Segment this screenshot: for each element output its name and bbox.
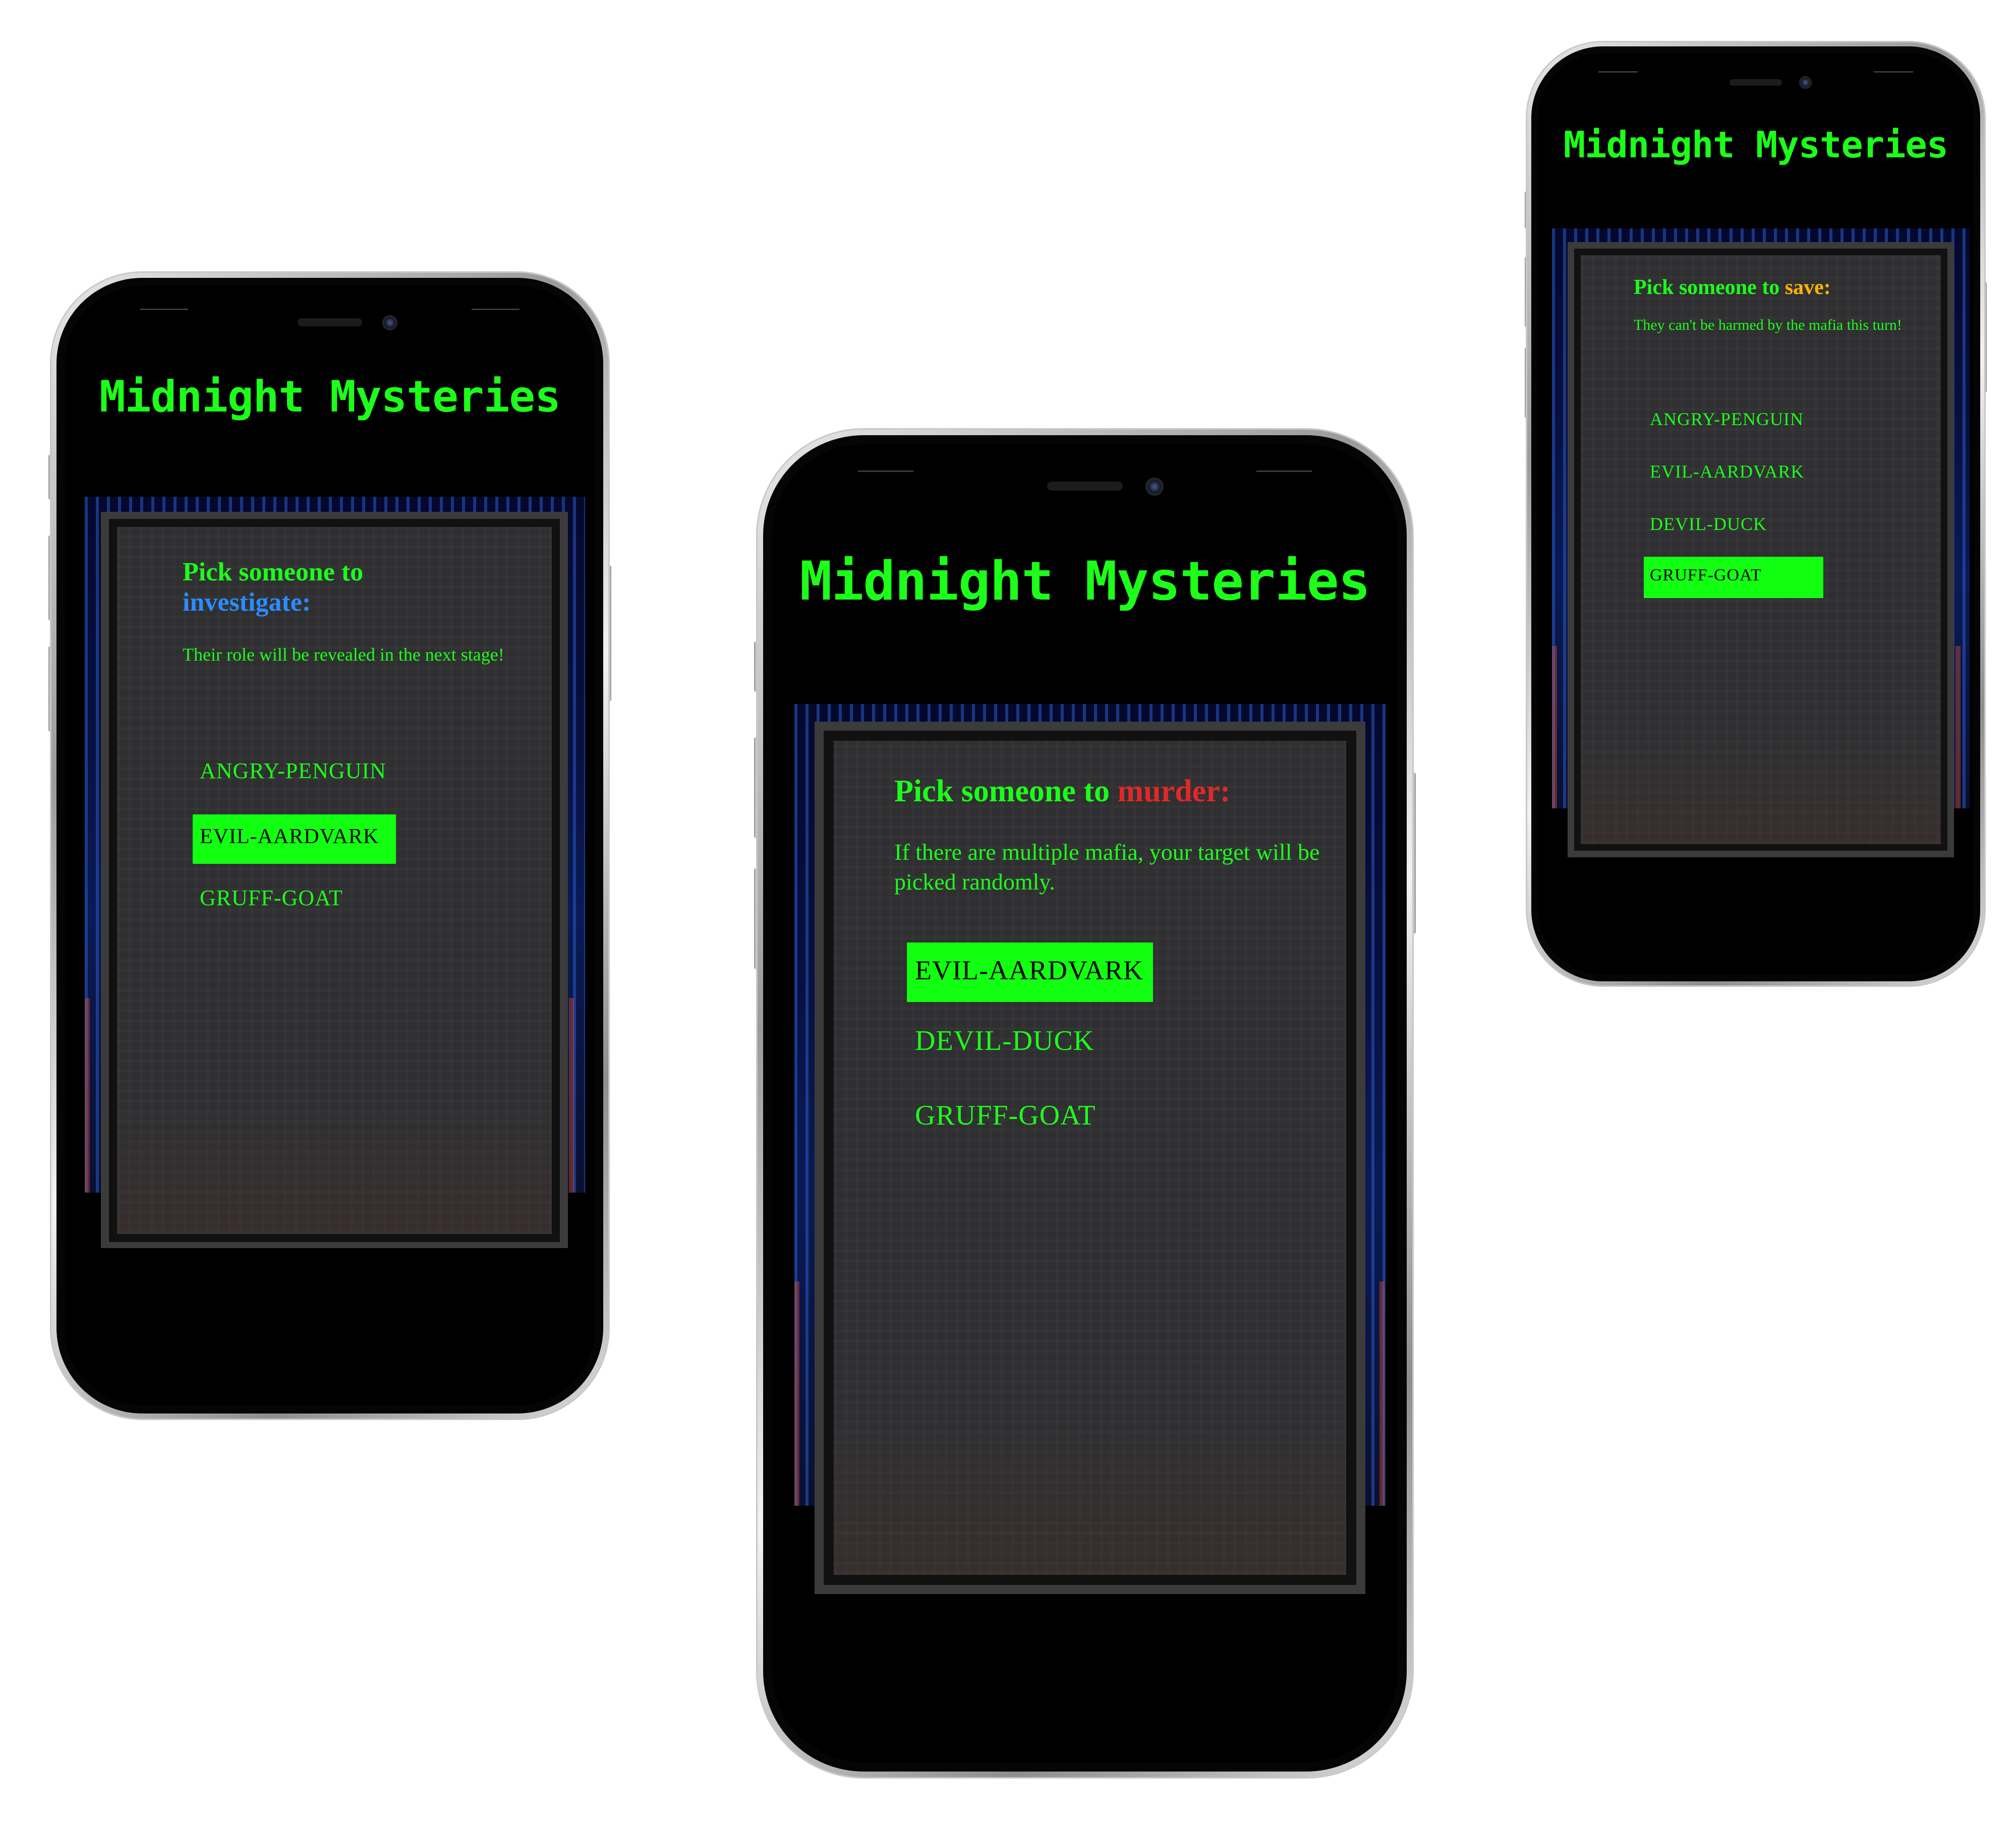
prompt-text: Pick someone to	[1634, 276, 1780, 299]
panel-ground	[834, 1425, 1346, 1575]
prompt-description: If there are multiple mafia, your target…	[894, 839, 1320, 895]
prompt-text: Pick someone to	[894, 774, 1110, 808]
status-line-right	[1874, 71, 1913, 73]
panel-content: Pick someone to murder: If there are mul…	[894, 774, 1338, 897]
player-option-evil-aardvark[interactable]: EVIL-AARDVARK	[907, 942, 1153, 1002]
status-line-right	[1256, 470, 1312, 472]
status-line-left	[140, 309, 188, 310]
phone-screen: Midnight Mysteries Pick someone to inves…	[65, 286, 595, 1405]
prompt-description: They can't be harmed by the mafia this t…	[1634, 317, 1902, 334]
app-title: Midnight Mysteries	[799, 550, 1371, 612]
phone-bezel: Midnight Mysteries Pick someone to save:…	[1531, 46, 1980, 981]
panel-ground	[1581, 738, 1941, 844]
player-option-angry-penguin[interactable]: ANGRY-PENGUIN	[193, 755, 393, 787]
front-camera-icon	[382, 315, 397, 330]
phone-investigate: Midnight Mysteries Pick someone to inves…	[48, 273, 611, 1419]
panel-content: Pick someone to save: They can't be harm…	[1634, 275, 1926, 335]
phone-bezel: Midnight Mysteries Pick someone to murde…	[763, 435, 1407, 1772]
prompt-heading: Pick someone to murder:	[894, 774, 1338, 809]
panel-ground	[117, 1106, 552, 1234]
prompt-description: Their role will be revealed in the next …	[183, 644, 504, 665]
phone-murder: Midnight Mysteries Pick someone to murde…	[754, 430, 1416, 1777]
action-panel: Pick someone to murder: If there are mul…	[834, 741, 1346, 1575]
action-keyword: investigate:	[183, 587, 311, 617]
player-option-gruff-goat[interactable]: GRUFF-GOAT	[193, 882, 350, 914]
phone-screen: Midnight Mysteries Pick someone to save:…	[1538, 53, 1974, 975]
player-option-evil-aardvark[interactable]: EVIL-AARDVARK	[193, 814, 396, 864]
player-option-devil-duck[interactable]: DEVIL-DUCK	[907, 1021, 1102, 1061]
speaker-grille-icon	[1047, 482, 1123, 491]
status-line-left	[858, 470, 913, 472]
action-panel: Pick someone to investigate: Their role …	[117, 527, 552, 1234]
front-camera-icon	[1799, 76, 1812, 89]
player-option-gruff-goat[interactable]: GRUFF-GOAT	[907, 1095, 1104, 1136]
prompt-text: Pick someone to	[183, 558, 364, 586]
speaker-grille-icon	[1730, 79, 1782, 86]
player-option-evil-aardvark[interactable]: EVIL-AARDVARK	[1644, 459, 1810, 484]
phone-bezel: Midnight Mysteries Pick someone to inves…	[56, 278, 603, 1413]
panel-content: Pick someone to investigate: Their role …	[183, 557, 526, 666]
app-title: Midnight Mysteries	[99, 372, 561, 422]
phone-screen: Midnight Mysteries Pick someone to murde…	[772, 444, 1398, 1762]
player-option-gruff-goat[interactable]: GRUFF-GOAT	[1644, 557, 1823, 598]
status-line-left	[1598, 71, 1638, 73]
front-camera-icon	[1145, 478, 1164, 496]
speaker-grille-icon	[298, 318, 362, 326]
player-option-angry-penguin[interactable]: ANGRY-PENGUIN	[1644, 406, 1810, 432]
action-panel: Pick someone to save: They can't be harm…	[1581, 255, 1941, 844]
action-keyword: save:	[1784, 276, 1831, 299]
player-option-devil-duck[interactable]: DEVIL-DUCK	[1644, 511, 1773, 537]
action-keyword: murder:	[1117, 774, 1231, 808]
prompt-heading: Pick someone to investigate:	[183, 557, 526, 618]
app-title: Midnight Mysteries	[1563, 124, 1948, 166]
phone-save: Midnight Mysteries Pick someone to save:…	[1525, 42, 1987, 985]
prompt-heading: Pick someone to save:	[1634, 275, 1926, 300]
status-line-right	[472, 309, 520, 310]
